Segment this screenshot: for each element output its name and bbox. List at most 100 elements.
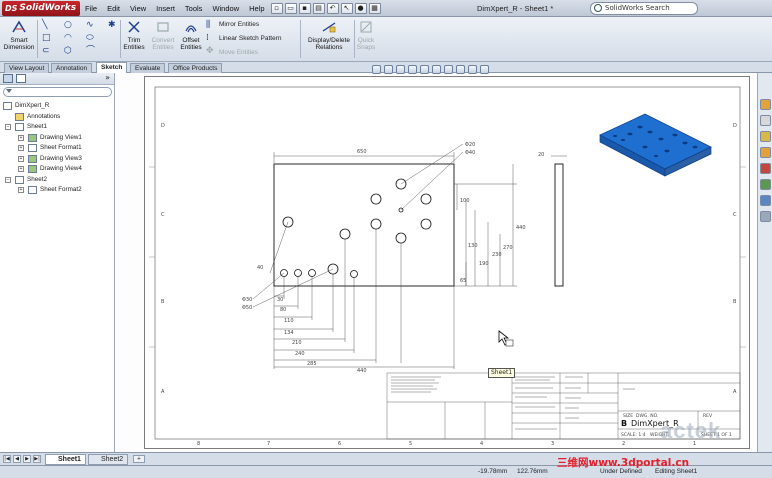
menu-tools[interactable]: Tools	[180, 4, 208, 13]
section-view-icon[interactable]	[408, 65, 417, 74]
circle-icon[interactable]: ○	[64, 21, 76, 30]
slot-icon[interactable]: ⊂	[42, 47, 54, 56]
next-sheet-icon[interactable]: ▶	[23, 455, 31, 463]
expand-icon[interactable]: +	[18, 187, 24, 193]
point-icon[interactable]: ✱	[108, 21, 120, 30]
tree-view-label: Drawing View3	[40, 154, 82, 162]
collapse-icon[interactable]: −	[5, 176, 11, 183]
save-icon[interactable]: ▪	[298, 2, 311, 14]
tree-node-sheet2[interactable]: − Sheet2	[0, 175, 115, 186]
solidworks-logo[interactable]: DS SolidWorks	[2, 0, 80, 16]
tab-sheet1[interactable]: Sheet1	[45, 454, 86, 465]
spline-icon[interactable]: ∿	[86, 21, 98, 30]
tree-node-sheet1[interactable]: − Sheet1	[0, 122, 115, 133]
display-delete-relations-button[interactable]: Display/Delete Relations	[305, 20, 353, 51]
rectangle-icon[interactable]: □	[42, 34, 54, 43]
document-recovery-icon[interactable]	[760, 211, 771, 222]
view-orientation-icon[interactable]	[420, 65, 429, 74]
menu-insert[interactable]: Insert	[151, 4, 180, 13]
tab-sheet2[interactable]: Sheet2	[88, 454, 129, 465]
zoom-to-fit-icon[interactable]	[372, 65, 381, 74]
tree-filter-input[interactable]	[3, 87, 112, 97]
offset-entities-button[interactable]: Offset Entities	[178, 20, 204, 51]
search-input[interactable]: SolidWorks Search	[590, 2, 698, 15]
tab-evaluate[interactable]: Evaluate	[130, 63, 166, 73]
arc-icon[interactable]: ◠	[64, 34, 76, 43]
file-explorer-icon[interactable]	[760, 131, 771, 142]
trim-icon	[128, 21, 140, 33]
linear-sketch-pattern-button[interactable]: Linear Sketch Pattern	[219, 35, 282, 42]
trim-entities-button[interactable]: Trim Entities	[121, 20, 147, 51]
tab-annotation[interactable]: Annotation	[51, 63, 93, 73]
drawing-view-icon	[28, 165, 37, 173]
expand-icon[interactable]: +	[18, 166, 24, 172]
zone-row-c-right: C	[733, 212, 737, 218]
menu-help[interactable]: Help	[244, 4, 269, 13]
property-manager-tab-icon[interactable]	[16, 74, 26, 83]
rebuild-icon[interactable]: ●	[354, 2, 367, 14]
plate-side-view	[554, 163, 564, 287]
dim-230: 230	[492, 252, 502, 258]
menu-window[interactable]: Window	[207, 4, 244, 13]
prev-sheet-icon[interactable]: ◀	[13, 455, 21, 463]
tree-node-sheet-format2[interactable]: + Sheet Format2	[0, 185, 115, 196]
expand-icon[interactable]: +	[18, 155, 24, 162]
solidworks-resources-icon[interactable]	[760, 99, 771, 110]
previous-view-icon[interactable]	[396, 65, 405, 74]
feature-tree-tab-icon[interactable]	[3, 74, 13, 83]
search-results-icon[interactable]	[760, 147, 771, 158]
tree-node-root[interactable]: DimXpert_R	[0, 101, 115, 112]
collapse-icon[interactable]: −	[5, 124, 11, 130]
smart-dimension-button[interactable]: Smart Dimension	[2, 20, 36, 51]
undo-icon[interactable]: ↶	[326, 2, 339, 14]
select-icon[interactable]: ↖	[340, 2, 353, 14]
drawing-sheet[interactable]: D C B A D C B A 8 7 6 5 4 3 2 1 650 Φ20 …	[144, 76, 750, 449]
tree-node-annotations[interactable]: Annotations	[0, 112, 115, 123]
open-icon[interactable]: ▭	[284, 2, 297, 14]
view-settings-icon[interactable]	[480, 65, 489, 74]
display-style-icon[interactable]	[432, 65, 441, 74]
tab-view-layout[interactable]: View Layout	[4, 63, 50, 73]
dim-285: 285	[307, 361, 317, 367]
custom-properties-icon[interactable]	[760, 195, 771, 206]
mirror-icon: ⫼	[206, 20, 211, 30]
tree-node-drawing-view4[interactable]: + Drawing View4	[0, 164, 115, 175]
add-sheet-icon[interactable]: +	[133, 455, 145, 463]
tree-node-drawing-view3[interactable]: + Drawing View3	[0, 154, 115, 165]
ellipse-icon[interactable]: ⬭	[86, 34, 98, 43]
polygon-icon[interactable]: ⬡	[64, 47, 76, 56]
document-title: DimXpert_R - Sheet1 *	[477, 4, 554, 13]
design-library-icon[interactable]	[760, 115, 771, 126]
print-icon[interactable]: ▤	[312, 2, 325, 14]
appearances-icon[interactable]	[760, 179, 771, 190]
panel-header: »	[0, 73, 114, 85]
options-icon[interactable]: ▦	[368, 2, 381, 14]
menu-edit[interactable]: Edit	[102, 4, 125, 13]
hide-show-items-icon[interactable]	[444, 65, 453, 74]
edit-appearance-icon[interactable]	[456, 65, 465, 74]
tree-node-drawing-view1[interactable]: + Drawing View1	[0, 133, 115, 144]
expand-icon[interactable]: +	[18, 134, 24, 141]
fillet-icon[interactable]: ⌒	[86, 47, 98, 56]
zoom-to-area-icon[interactable]	[384, 65, 393, 74]
first-sheet-icon[interactable]: |◀	[3, 455, 11, 463]
tree-node-sheet-format1[interactable]: + Sheet Format1	[0, 143, 115, 154]
menu-file[interactable]: File	[80, 4, 102, 13]
move-entities-button[interactable]: Move Entities	[219, 49, 258, 56]
convert-entities-button[interactable]: Convert Entities	[148, 20, 178, 51]
apply-scene-icon[interactable]	[468, 65, 477, 74]
zone-row-b-right: B	[733, 299, 737, 305]
panel-expand-icon[interactable]: »	[105, 73, 110, 82]
tree-view-label: Sheet Format1	[40, 144, 82, 151]
mirror-entities-button[interactable]: Mirror Entities	[219, 21, 259, 28]
expand-icon[interactable]: +	[18, 145, 24, 151]
tab-office-products[interactable]: Office Products	[168, 63, 223, 73]
quick-snaps-label: Quick Snaps	[356, 37, 376, 51]
last-sheet-icon[interactable]: ▶|	[33, 455, 41, 463]
menu-view[interactable]: View	[125, 4, 151, 13]
tab-sketch[interactable]: Sketch	[96, 62, 128, 73]
line-icon[interactable]: ╲	[42, 21, 54, 30]
view-palette-icon[interactable]	[760, 163, 771, 174]
new-document-icon[interactable]: ▫	[270, 2, 283, 14]
quick-snaps-button[interactable]: Quick Snaps	[355, 20, 377, 51]
